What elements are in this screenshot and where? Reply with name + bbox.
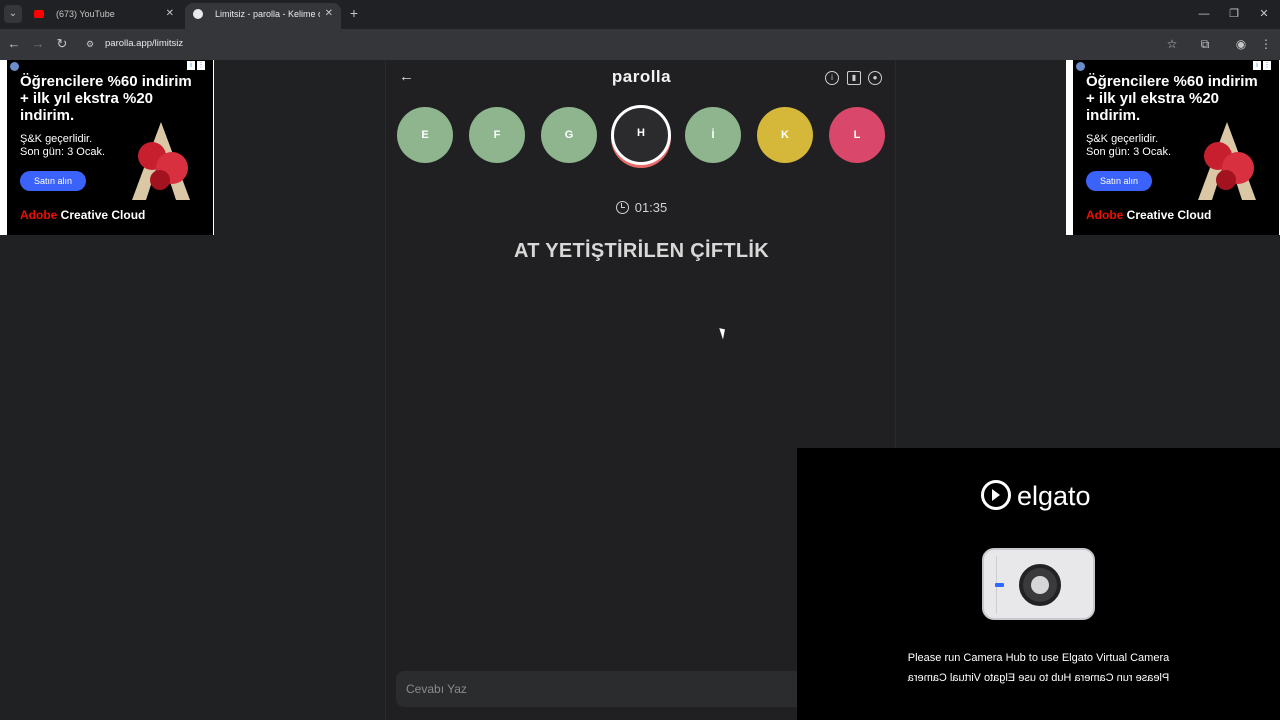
elgato-camera-overlay: elgato Please run Camera Hub to use Elga… — [797, 448, 1280, 720]
tab-title: Limitsiz - parolla - Kelime oyunu — [215, 9, 320, 19]
forward-arrow-icon[interactable]: → — [29, 35, 47, 53]
ad-subtext: Ş&K geçerlidir. Son gün: 3 Ocak. — [20, 133, 105, 159]
ad-buy-button[interactable]: Satın alın — [20, 171, 86, 191]
ad-subtext: Ş&K geçerlidir. Son gün: 3 Ocak. — [1086, 133, 1171, 159]
youtube-favicon-icon — [34, 10, 44, 18]
profile-icon[interactable]: ◉ — [1232, 35, 1250, 53]
ad-brand: Adobe Creative Cloud — [1086, 208, 1211, 222]
ad-terms: Ş&K geçerlidir. — [1086, 133, 1159, 145]
adobe-art-image — [1198, 122, 1256, 200]
ad-info-icon[interactable]: i — [187, 61, 195, 70]
letter-circle-current: H — [611, 105, 671, 165]
ad-headline: Öğrencilere %60 indirim + ilk yıl ekstra… — [1086, 73, 1258, 124]
tab-close-icon[interactable]: ✕ — [325, 3, 333, 25]
ad-buy-button[interactable]: Satın alın — [1086, 171, 1152, 191]
timer: 01:35 — [386, 200, 897, 215]
letter-wheel: E F G H İ K L — [397, 105, 887, 167]
webcam-led — [995, 583, 1004, 587]
tab-search-chevron-icon[interactable]: ⌄ — [4, 5, 22, 23]
creative-cloud-brand: Creative Cloud — [57, 208, 146, 222]
ad-choices-icon[interactable] — [1076, 62, 1085, 71]
game-logo: parolla — [611, 67, 672, 86]
close-window-button[interactable]: ✕ — [1252, 5, 1276, 23]
elgato-play-icon — [981, 480, 1011, 510]
webcam-icon — [982, 548, 1095, 620]
minimize-button[interactable]: — — [1192, 5, 1216, 23]
bookmark-star-icon[interactable]: ☆ — [1163, 35, 1181, 53]
elgato-logo: elgato — [981, 480, 1091, 512]
letter-circle: F — [469, 107, 525, 163]
tab-title: (673) YouTube — [56, 9, 115, 19]
address-bar[interactable]: ⚙ parolla.app/limitsiz — [80, 33, 1190, 56]
menu-icon[interactable]: ⋮ — [1257, 35, 1275, 53]
adobe-brand: Adobe — [1086, 208, 1124, 222]
browser-toolbar: ← → ↻ ⚙ parolla.app/limitsiz ☆ ⧉ ◉ ⋮ — [0, 29, 1280, 60]
new-tab-button[interactable]: + — [346, 5, 362, 21]
reload-icon[interactable]: ↻ — [53, 35, 71, 53]
extensions-icon[interactable]: ⧉ — [1196, 35, 1214, 53]
parolla-favicon-icon — [193, 9, 203, 19]
camera-hub-message-mirrored: Please run Camera Hub to use Elgato Virt… — [907, 672, 1170, 684]
camera-hub-message: Please run Camera Hub to use Elgato Virt… — [907, 652, 1170, 664]
address-url[interactable]: parolla.app/limitsiz — [105, 37, 183, 51]
ad-choices-icon[interactable] — [10, 62, 19, 71]
restore-button[interactable]: ❐ — [1222, 5, 1246, 23]
ad-frame-right — [1066, 60, 1073, 235]
info-icon[interactable]: i — [825, 71, 839, 85]
browser-tab-bar: ⌄ (673) YouTube ✕ Limitsiz - parolla - K… — [0, 0, 1280, 29]
ad-frame-left — [0, 60, 7, 235]
tab-close-icon[interactable]: ✕ — [166, 3, 174, 25]
ad-close-icon[interactable]: ⋮ — [197, 61, 205, 70]
ad-headline: Öğrencilere %60 indirim + ilk yıl ekstra… — [20, 73, 192, 124]
tab-youtube[interactable]: (673) YouTube ✕ — [26, 3, 182, 29]
elgato-wordmark: elgato — [1017, 481, 1091, 511]
adobe-art-image — [132, 122, 190, 200]
ad-banner-right[interactable]: i ⋮ Öğrencilere %60 indirim + ilk yıl ek… — [1073, 60, 1279, 235]
ad-banner-left[interactable]: i ⋮ Öğrencilere %60 indirim + ilk yıl ek… — [7, 60, 213, 235]
letter-circle: E — [397, 107, 453, 163]
stats-icon[interactable]: ▮ — [847, 71, 861, 85]
ad-info-icon[interactable]: i — [1253, 61, 1261, 70]
letter-circle: G — [541, 107, 597, 163]
timer-value: 01:35 — [634, 200, 668, 215]
ad-brand: Adobe Creative Cloud — [20, 208, 145, 222]
letter-circle: İ — [685, 107, 741, 163]
answer-input[interactable] — [396, 671, 816, 707]
tab-parolla[interactable]: Limitsiz - parolla - Kelime oyunu ✕ — [185, 3, 341, 29]
creative-cloud-brand: Creative Cloud — [1123, 208, 1212, 222]
profile-icon[interactable]: ● — [868, 71, 882, 85]
webcam-lens — [1019, 564, 1061, 606]
site-info-icon[interactable]: ⚙ — [86, 38, 98, 50]
ad-close-icon[interactable]: ⋮ — [1263, 61, 1271, 70]
ad-terms: Ş&K geçerlidir. — [20, 133, 93, 145]
back-arrow-icon[interactable]: ← — [5, 35, 23, 53]
ad-deadline: Son gün: 3 Ocak. — [1086, 146, 1171, 158]
letter-circle: L — [829, 107, 885, 163]
clock-icon — [615, 201, 629, 214]
answer-field[interactable] — [396, 671, 816, 707]
adobe-brand: Adobe — [20, 208, 58, 222]
letter-circle: K — [757, 107, 813, 163]
question-text: AT YETİŞTİRİLEN ÇİFTLİK — [513, 240, 770, 262]
ad-deadline: Son gün: 3 Ocak. — [20, 146, 105, 158]
